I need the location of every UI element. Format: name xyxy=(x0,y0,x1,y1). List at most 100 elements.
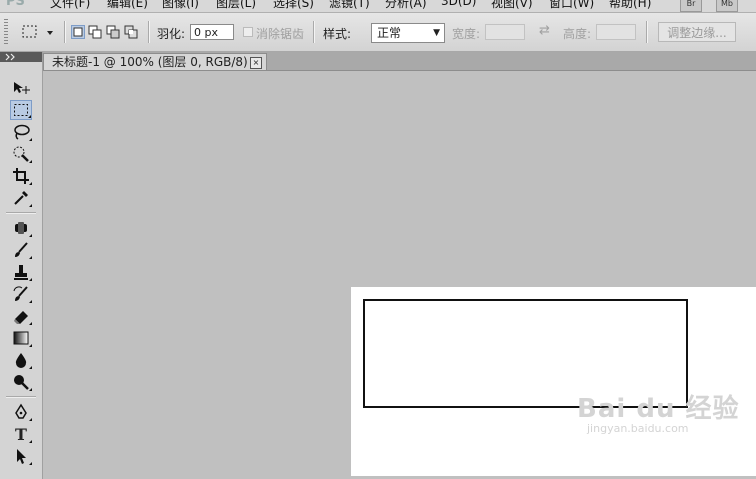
tool-dodge[interactable] xyxy=(10,372,32,392)
menu-select[interactable]: 选择(S) xyxy=(273,0,314,11)
pen-tool-icon xyxy=(15,403,27,419)
tools-panel-header[interactable] xyxy=(0,52,42,62)
menu-bar: PS 文件(F) 编辑(E) 图像(I) 图层(L) 选择(S) 滤镜(T) 分… xyxy=(0,0,756,13)
blur-tool-icon xyxy=(15,353,27,368)
panel-collapse-icon xyxy=(5,53,15,61)
menu-filter[interactable]: 滤镜(T) xyxy=(329,0,370,11)
type-tool-icon: T xyxy=(15,424,27,444)
menu-view[interactable]: 视图(V) xyxy=(491,0,533,11)
tool-clone-stamp[interactable] xyxy=(10,262,32,282)
app-logo: PS xyxy=(6,0,25,9)
tool-brush[interactable] xyxy=(10,240,32,260)
options-bar: 羽化: 0 px 消除锯齿 样式: 正常 ▼ 宽度: ⇄ 高度: 调整边缘... xyxy=(0,13,756,52)
width-input[interactable] xyxy=(485,24,525,40)
brush-tool-icon xyxy=(15,242,28,257)
style-label: 样式: xyxy=(323,27,352,41)
new-selection-button[interactable] xyxy=(71,25,85,39)
crop-tool-icon xyxy=(13,168,29,184)
tool-preset-picker[interactable] xyxy=(20,23,56,41)
tool-quick-selection[interactable] xyxy=(10,144,32,164)
submenu-indicator-icon xyxy=(29,344,32,347)
tool-path-selection[interactable] xyxy=(10,446,32,466)
height-input[interactable] xyxy=(596,24,636,40)
menu-help[interactable]: 帮助(H) xyxy=(609,0,651,11)
path-selection-tool-icon xyxy=(17,449,26,464)
submenu-indicator-icon xyxy=(29,300,32,303)
document-tab-bar: 未标题-1 @ 100% (图层 0, RGB/8) * × xyxy=(43,52,756,71)
quick-selection-tool-icon xyxy=(13,146,29,162)
submenu-indicator-icon xyxy=(29,440,32,443)
menu-image[interactable]: 图像(I) xyxy=(162,0,199,11)
menu-layer[interactable]: 图层(L) xyxy=(216,0,256,11)
marquee-preset-icon xyxy=(22,25,53,38)
submenu-indicator-icon xyxy=(29,278,32,281)
document-tab[interactable]: 未标题-1 @ 100% (图层 0, RGB/8) * × xyxy=(43,53,267,70)
menu-3d[interactable]: 3D(D) xyxy=(441,0,476,8)
history-brush-tool-icon xyxy=(13,286,28,301)
feather-label: 羽化: xyxy=(157,27,186,41)
tool-move[interactable] xyxy=(10,78,32,98)
bridge-button[interactable]: Br xyxy=(680,0,702,12)
intersect-selection-button[interactable] xyxy=(124,25,138,39)
submenu-indicator-icon xyxy=(29,322,32,325)
add-to-selection-button[interactable] xyxy=(88,25,102,39)
add-to-selection-icon xyxy=(88,25,102,39)
menu-edit[interactable]: 编辑(E) xyxy=(107,0,148,11)
submenu-indicator-icon xyxy=(29,366,32,369)
submenu-indicator-icon xyxy=(28,115,31,118)
eyedropper-tool-icon xyxy=(14,191,28,205)
submenu-indicator-icon xyxy=(29,204,32,207)
gradient-tool-icon xyxy=(13,331,29,345)
subtract-from-selection-icon xyxy=(106,25,120,39)
tool-blur[interactable] xyxy=(10,350,32,370)
tool-history-brush[interactable] xyxy=(10,284,32,304)
feather-input[interactable]: 0 px xyxy=(190,24,234,40)
menu-analysis[interactable]: 分析(A) xyxy=(385,0,427,11)
rectangle-shape[interactable] xyxy=(363,299,688,408)
mini-bridge-button[interactable]: Mb xyxy=(716,0,738,12)
tools-panel: T xyxy=(0,52,43,479)
submenu-indicator-icon xyxy=(29,182,32,185)
submenu-indicator-icon xyxy=(29,418,32,421)
submenu-indicator-icon xyxy=(29,160,32,163)
eraser-tool-icon xyxy=(14,311,28,324)
lasso-tool-icon xyxy=(14,124,30,140)
document-tab-title: 未标题-1 @ 100% (图层 0, RGB/8) * xyxy=(52,55,258,69)
submenu-indicator-icon xyxy=(29,388,32,391)
subtract-from-selection-button[interactable] xyxy=(106,25,120,39)
tool-pen[interactable] xyxy=(10,402,32,422)
style-select[interactable]: 正常 ▼ xyxy=(371,23,445,43)
chevron-down-icon: ▼ xyxy=(433,28,440,38)
tool-spot-healing-brush[interactable] xyxy=(10,218,32,238)
tool-lasso[interactable] xyxy=(10,122,32,142)
menu-window[interactable]: 窗口(W) xyxy=(549,0,594,11)
tool-type[interactable]: T xyxy=(10,424,32,444)
tool-eyedropper[interactable] xyxy=(10,188,32,208)
dodge-tool-icon xyxy=(14,375,29,390)
antialias-label: 消除锯齿 xyxy=(256,27,305,41)
style-select-value: 正常 xyxy=(377,26,402,40)
swap-dimensions-icon[interactable]: ⇄ xyxy=(539,23,550,38)
options-bar-grip[interactable] xyxy=(4,19,8,45)
height-label: 高度: xyxy=(563,27,592,41)
tool-eraser[interactable] xyxy=(10,306,32,326)
spot-healing-brush-tool-icon xyxy=(15,222,27,234)
close-icon[interactable]: × xyxy=(250,57,262,69)
clone-stamp-tool-icon xyxy=(14,265,28,280)
tool-rectangular-marquee[interactable] xyxy=(10,100,32,120)
refine-edge-button[interactable]: 调整边缘... xyxy=(658,22,736,42)
move-tool-icon xyxy=(14,82,30,94)
rectangular-marquee-tool-icon xyxy=(14,104,28,116)
new-selection-icon xyxy=(73,27,83,37)
intersect-selection-icon xyxy=(124,25,138,39)
document-canvas[interactable] xyxy=(351,287,756,476)
tool-crop[interactable] xyxy=(10,166,32,186)
antialias-checkbox[interactable] xyxy=(243,27,253,37)
submenu-indicator-icon xyxy=(29,462,32,465)
watermark-logo-text: Bai du 经验 xyxy=(577,394,740,424)
submenu-indicator-icon xyxy=(29,138,32,141)
width-label: 宽度: xyxy=(452,27,481,41)
menu-file[interactable]: 文件(F) xyxy=(50,0,90,11)
watermark: Bai du 经验 jingyan.baidu.com xyxy=(577,396,740,435)
tool-gradient[interactable] xyxy=(10,328,32,348)
